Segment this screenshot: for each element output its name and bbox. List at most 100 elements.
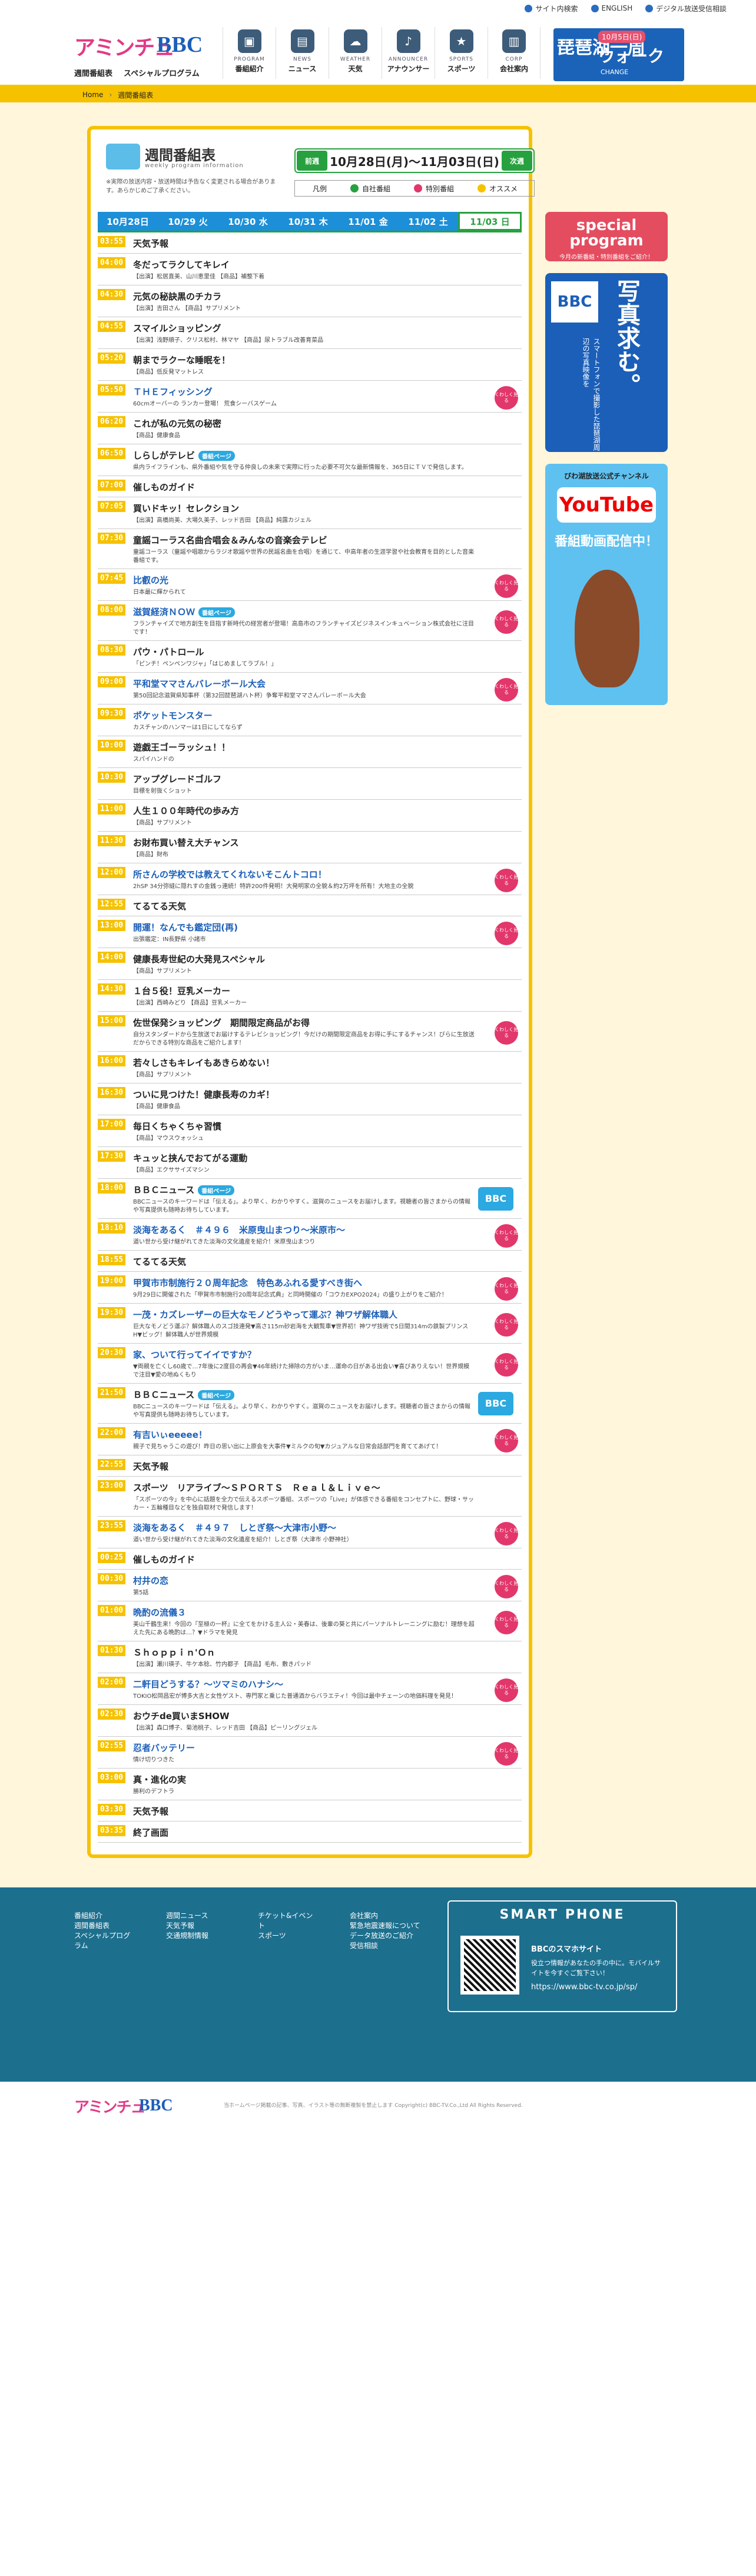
table-row: 11:30 お財布買い替え大チャンス 【商品】財布 — [98, 832, 522, 863]
detail-button[interactable]: くわしく見る — [495, 1021, 518, 1045]
program-title[interactable]: 所さんの学校では教えてくれないそこんトコロ！ — [133, 868, 475, 880]
legend-item-recommend: オススメ — [478, 184, 518, 194]
program-page-badge[interactable]: 番組ページ — [198, 607, 235, 617]
program-title[interactable]: 有吉いぃeeeee！ — [133, 1428, 475, 1441]
detail-button[interactable]: くわしく見る — [495, 1521, 518, 1545]
program-title[interactable]: 淡海をあるく ＃４９７ しとぎ祭～大津市小野～ — [133, 1521, 475, 1534]
program-body: ＴＨＥフィッシング 60cmオーバーの ランカー登場！ 荒食シーバスゲーム — [130, 384, 522, 408]
program-title[interactable]: 甲賀市市制施行２０周年記念 特色あふれる愛すべき街へ — [133, 1277, 475, 1289]
nav-announcer[interactable]: ♪ ANNOUNCER アナウンサー — [382, 27, 435, 79]
special-program-banner[interactable]: special program 今月の新番組・特別番組をご紹介！ — [545, 212, 668, 261]
program-title[interactable]: ＴＨＥフィッシング — [133, 385, 475, 398]
program-time: 00:25 — [98, 1552, 130, 1565]
footer-link[interactable]: 会社案内 — [350, 1911, 432, 1921]
program-title[interactable]: 忍者バッテリー — [133, 1741, 475, 1754]
runner-icon: ★ — [449, 29, 473, 53]
tab-day-7[interactable]: 11/03 日 — [458, 212, 522, 231]
program-title: 買いドキッ！セレクション — [133, 503, 240, 514]
program-title[interactable]: 家、ついて行ってイイですか？ — [133, 1348, 475, 1361]
footer-logo[interactable]: アミンチュ BBC — [74, 2095, 198, 2127]
program-desc: 【商品】財布 — [133, 852, 168, 858]
table-row: 09:00 平和堂ママさんバレーボール大会 第50回記念滋賀県知事杯（第32回琵琶湖… — [98, 673, 522, 704]
program-title[interactable]: 一茂・カズレーザーの巨大なモノどうやって運ぶ？神ワザ解体職人 — [133, 1308, 475, 1321]
program-title[interactable]: 比叡の光 — [133, 574, 475, 586]
program-title[interactable]: 二軒目どうする？～ツマミのハナシ～ — [133, 1678, 475, 1690]
tab-day-1[interactable]: 10月28日 — [98, 212, 158, 231]
footer-link[interactable]: 緊急地震速報について — [350, 1921, 432, 1931]
detail-button[interactable]: くわしく見る — [495, 1312, 518, 1337]
smartphone-url-link[interactable]: https://www.bbc-tv.co.jp/sp/ — [531, 1983, 637, 1992]
footer-link[interactable]: 天気予報 — [166, 1921, 223, 1931]
footer-link[interactable]: 週間ニュース — [166, 1911, 223, 1921]
program-desc: 「スポーツの今」を中心に話題を全力で伝えるスポーツ番組、スポーツの「Live」が… — [133, 1497, 475, 1511]
detail-button[interactable]: くわしく見る — [495, 574, 518, 598]
tab-day-2[interactable]: 10/29 火 — [158, 212, 218, 231]
weekly-schedule-link[interactable]: 週間番組表 — [74, 67, 112, 78]
program-body: Ｓｈｏｐｐｉｎ'Ｏｎ 【出演】瀬川瑛子、牛ケ本稔、竹内都子 【商品】毛布、敷きパッ… — [130, 1645, 522, 1669]
tab-day-3[interactable]: 10/30 水 — [218, 212, 278, 231]
footer-link[interactable]: 週間番組表 — [74, 1921, 131, 1931]
tab-day-5[interactable]: 11/01 金 — [338, 212, 398, 231]
program-body: 所さんの学校では教えてくれないそこんトコロ！ 2hSP 34分弥縫に隠れすの金銭っ… — [130, 867, 522, 891]
detail-button[interactable]: くわしく見る — [495, 1224, 518, 1248]
footer-link[interactable]: 交通規制情報 — [166, 1931, 223, 1941]
footer-link[interactable]: 受信相談 — [350, 1941, 432, 1951]
program-body: 真・進化の実 勝利のデフトラ — [130, 1772, 522, 1796]
footer-link[interactable]: チケット&イベント — [258, 1911, 314, 1931]
detail-button[interactable]: くわしく見る — [495, 1277, 518, 1301]
breadcrumb-home[interactable]: Home — [82, 91, 103, 99]
program-title[interactable]: 淡海をあるく ＃４９６ 米原曳山まつり～米原市～ — [133, 1224, 475, 1236]
program-desc: 道い世から受け継がれてきた淡海の文化遺産を紹介！米原曳山まつり — [133, 1239, 316, 1245]
nav-news[interactable]: ▤ NEWS ニュース — [276, 27, 329, 79]
table-row: 04:00 冬だってラクしてキレイ 【出演】松居直美、山川恵里佳 【商品】補整下着 — [98, 254, 522, 285]
program-page-badge[interactable]: 番組ページ — [198, 1185, 235, 1195]
program-title: てるてる天気 — [133, 1257, 187, 1267]
detail-button[interactable]: くわしく見る — [495, 1574, 518, 1598]
footer-link[interactable]: データ放送のご紹介 — [350, 1931, 432, 1941]
program-body: 若々しさもキレイもあきらめない！ 【商品】サプリメント — [130, 1055, 522, 1079]
program-title[interactable]: 開運！なんでも鑑定団(再) — [133, 921, 475, 933]
photo-request-banner[interactable]: BBC 写真求む。 スマートフォンで撮影した琵琶湖周辺の写真映像を — [545, 273, 668, 452]
detail-button[interactable]: くわしく見る — [495, 385, 518, 410]
detail-button[interactable]: くわしく見る — [495, 677, 518, 702]
detail-button[interactable]: くわしく見る — [495, 921, 518, 945]
nav-corp[interactable]: ▥ CORP 会社案内 — [488, 27, 541, 79]
detail-button[interactable]: くわしく見る — [495, 868, 518, 892]
nav-sports[interactable]: ★ SPORTS スポーツ — [435, 27, 488, 79]
program-body: 村井の恋 第5話 — [130, 1573, 522, 1597]
program-page-badge[interactable]: 番組ページ — [198, 451, 235, 461]
nav-program[interactable]: ▣ PROGRAM 番組紹介 — [223, 27, 276, 79]
biwako-walk-banner[interactable]: 琵琶湖一周 10月5日(日) ウォーク CHANGE — [553, 28, 684, 81]
site-logo[interactable]: アミンチュ BBC — [74, 31, 203, 62]
footer-link[interactable]: スポーツ — [258, 1931, 314, 1941]
nav-weather[interactable]: ☁ WEATHER 天気 — [329, 27, 382, 79]
youtube-banner[interactable]: びわ湖放送公式チャンネル YouTube 番組動画配信中！ — [545, 464, 668, 705]
footer-link[interactable]: スペシャルプログラム — [74, 1931, 131, 1951]
detail-button[interactable]: くわしく見る — [495, 1678, 518, 1702]
next-week-button[interactable]: 次週 — [501, 151, 532, 171]
site-search-link[interactable]: サイト内検索 — [525, 4, 578, 14]
program-desc: 【出演】浅野順子、クリス松村、林マヤ 【商品】尿トラブル改善育菜品 — [133, 337, 324, 344]
program-title[interactable]: 滋賀経済ＮＯＷ 番組ページ — [133, 606, 475, 618]
program-body: 買いドキッ！セレクション 【出演】高橋尚美、大場久美子、レッド吉田 【商品】純露カ… — [130, 501, 522, 525]
program-title[interactable]: 平和堂ママさんバレーボール大会 — [133, 677, 475, 690]
program-page-badge[interactable]: 番組ページ — [198, 1390, 235, 1400]
english-link[interactable]: ENGLISH — [591, 4, 632, 12]
program-title[interactable]: 晩酌の流儀３ — [133, 1606, 475, 1618]
footer-link[interactable]: 番組紹介 — [74, 1911, 131, 1921]
tab-day-6[interactable]: 11/02 土 — [398, 212, 458, 231]
program-title[interactable]: ポケットモンスター — [133, 709, 475, 722]
detail-button[interactable]: くわしく見る — [495, 1428, 518, 1452]
info-icon — [645, 4, 654, 12]
digital-help-link[interactable]: デジタル放送受信相談 — [645, 4, 727, 14]
detail-button[interactable]: くわしく見る — [495, 1352, 518, 1377]
program-title[interactable]: 村井の恋 — [133, 1574, 475, 1587]
prev-week-button[interactable]: 前週 — [297, 151, 327, 171]
detail-button[interactable]: くわしく見る — [495, 610, 518, 634]
tab-day-4[interactable]: 10/31 木 — [278, 212, 338, 231]
special-program-link[interactable]: スペシャルプログラム — [124, 67, 200, 78]
table-row: 22:00 有吉いぃeeeee！ 親子で見ちゃうこの遊び！昨日の思い出に上原会を大事… — [98, 1424, 522, 1455]
detail-button[interactable]: くわしく見る — [495, 1610, 518, 1634]
program-desc: 【商品】健康食品 — [133, 1103, 180, 1110]
detail-button[interactable]: くわしく見る — [495, 1741, 518, 1766]
